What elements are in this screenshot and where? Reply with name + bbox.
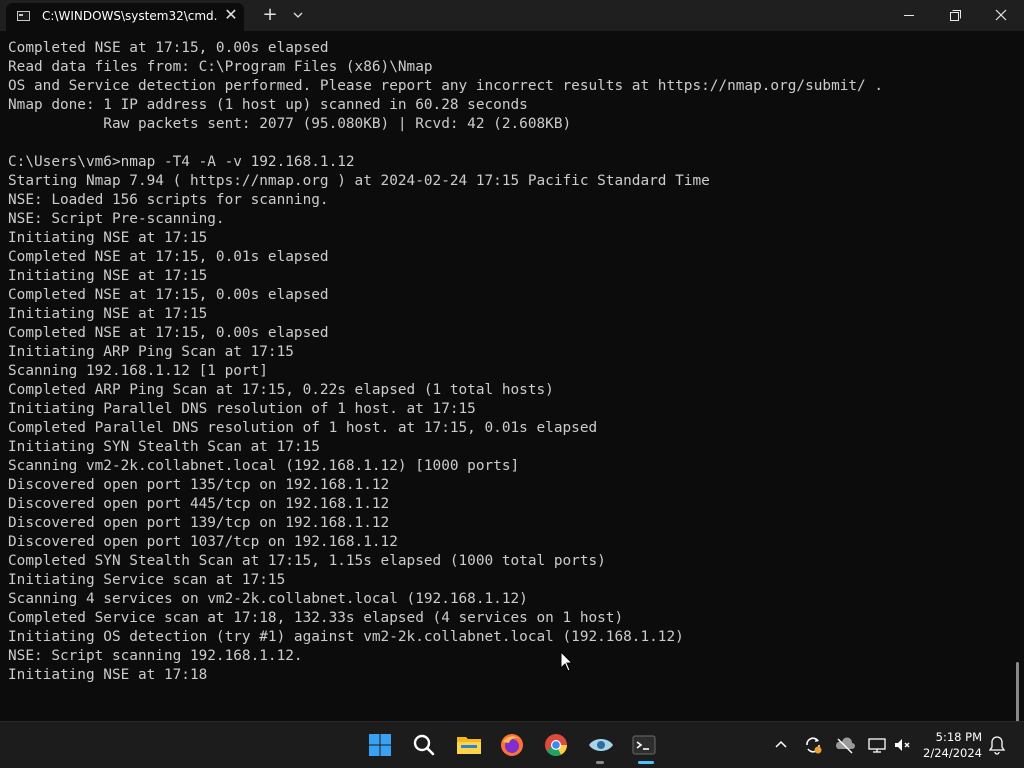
new-tab-button[interactable]: +	[260, 5, 280, 25]
cmd-icon	[17, 11, 30, 21]
terminal-line: Scanning 4 services on vm2-2k.collabnet.…	[8, 591, 528, 607]
sync-icon[interactable]	[802, 734, 824, 756]
terminal-line: Completed ARP Ping Scan at 17:15, 0.22s …	[8, 382, 554, 398]
volume-muted-icon[interactable]	[892, 734, 914, 756]
taskbar: 5:18 PM 2/24/2024	[0, 721, 1024, 768]
terminal-line: Completed NSE at 17:15, 0.01s elapsed	[8, 249, 329, 265]
terminal-line: Starting Nmap 7.94 ( https://nmap.org ) …	[8, 173, 710, 189]
terminal-line: Discovered open port 135/tcp on 192.168.…	[8, 477, 390, 493]
terminal-line: Initiating NSE at 17:18	[8, 667, 208, 683]
terminal-line: Initiating OS detection (try #1) against…	[8, 629, 684, 645]
terminal-line: Completed SYN Stealth Scan at 17:15, 1.1…	[8, 553, 606, 569]
firefox-icon[interactable]	[495, 728, 529, 762]
system-clock[interactable]: 5:18 PM 2/24/2024	[912, 729, 982, 761]
terminal-line: Initiating Parallel DNS resolution of 1 …	[8, 401, 476, 417]
clock-date: 2/24/2024	[923, 746, 982, 760]
terminal-line: Completed Parallel DNS resolution of 1 h…	[8, 420, 598, 436]
network-icon[interactable]	[866, 734, 888, 756]
terminal-line: Completed NSE at 17:15, 0.00s elapsed	[8, 287, 329, 303]
notification-bell-icon[interactable]	[986, 734, 1008, 756]
terminal-line: Nmap done: 1 IP address (1 host up) scan…	[8, 97, 528, 113]
terminal-line: Initiating NSE at 17:15	[8, 306, 208, 322]
terminal-line: Discovered open port 139/tcp on 192.168.…	[8, 515, 390, 531]
terminal-line: Initiating SYN Stealth Scan at 17:15	[8, 439, 320, 455]
file-explorer-icon[interactable]	[451, 728, 485, 762]
terminal-line: C:\Users\vm6>nmap -T4 -A -v 192.168.1.12	[8, 154, 355, 170]
terminal-line: Initiating NSE at 17:15	[8, 268, 208, 284]
terminal-icon[interactable]	[627, 728, 661, 762]
tab-title: C:\WINDOWS\system32\cmd.	[42, 9, 218, 23]
terminal-line: Completed NSE at 17:15, 0.00s elapsed	[8, 40, 329, 56]
active-app-indicator	[638, 761, 654, 764]
chrome-icon[interactable]	[539, 728, 573, 762]
terminal-line: Read data files from: C:\Program Files (…	[8, 59, 433, 75]
network-eye-icon[interactable]	[583, 728, 617, 762]
chevron-up-icon[interactable]	[770, 734, 792, 756]
terminal-line: Scanning vm2-2k.collabnet.local (192.168…	[8, 458, 520, 474]
running-app-indicator	[596, 761, 604, 764]
terminal-line: NSE: Loaded 156 scripts for scanning.	[8, 192, 329, 208]
terminal-line: Initiating ARP Ping Scan at 17:15	[8, 344, 294, 360]
terminal-lines: Completed NSE at 17:15, 0.00s elapsed Rea…	[8, 39, 1008, 685]
search-icon[interactable]	[407, 728, 441, 762]
terminal-line: Initiating Service scan at 17:15	[8, 572, 286, 588]
chevron-down-icon[interactable]	[289, 6, 307, 24]
terminal-line: NSE: Script Pre-scanning.	[8, 211, 225, 227]
terminal-line: Scanning 192.168.1.12 [1 port]	[8, 363, 268, 379]
terminal-line: Completed Service scan at 17:18, 132.33s…	[8, 610, 624, 626]
onedrive-icon[interactable]	[834, 734, 856, 756]
terminal-line: Initiating NSE at 17:15	[8, 230, 208, 246]
title-bar: C:\WINDOWS\system32\cmd. ✕ +	[0, 0, 1024, 31]
minimize-button[interactable]	[886, 0, 932, 31]
terminal-line: NSE: Script scanning 192.168.1.12.	[8, 648, 303, 664]
start-icon[interactable]	[363, 728, 397, 762]
terminal-output[interactable]: Completed NSE at 17:15, 0.00s elapsed Rea…	[0, 31, 1024, 730]
terminal-line: OS and Service detection performed. Plea…	[8, 78, 884, 94]
close-button[interactable]	[978, 0, 1024, 31]
restore-button[interactable]	[932, 0, 978, 31]
scrollbar-thumb[interactable]	[1016, 662, 1019, 730]
clock-time: 5:18 PM	[935, 730, 982, 744]
tab-close-button[interactable]: ✕	[222, 6, 240, 24]
terminal-line: Discovered open port 445/tcp on 192.168.…	[8, 496, 390, 512]
terminal-line: Raw packets sent: 2077 (95.080KB) | Rcvd…	[8, 116, 572, 132]
terminal-line: Completed NSE at 17:15, 0.00s elapsed	[8, 325, 329, 341]
terminal-line: Discovered open port 1037/tcp on 192.168…	[8, 534, 398, 550]
mouse-cursor-icon	[560, 650, 574, 673]
tab-cmd[interactable]: C:\WINDOWS\system32\cmd. ✕	[6, 3, 244, 31]
